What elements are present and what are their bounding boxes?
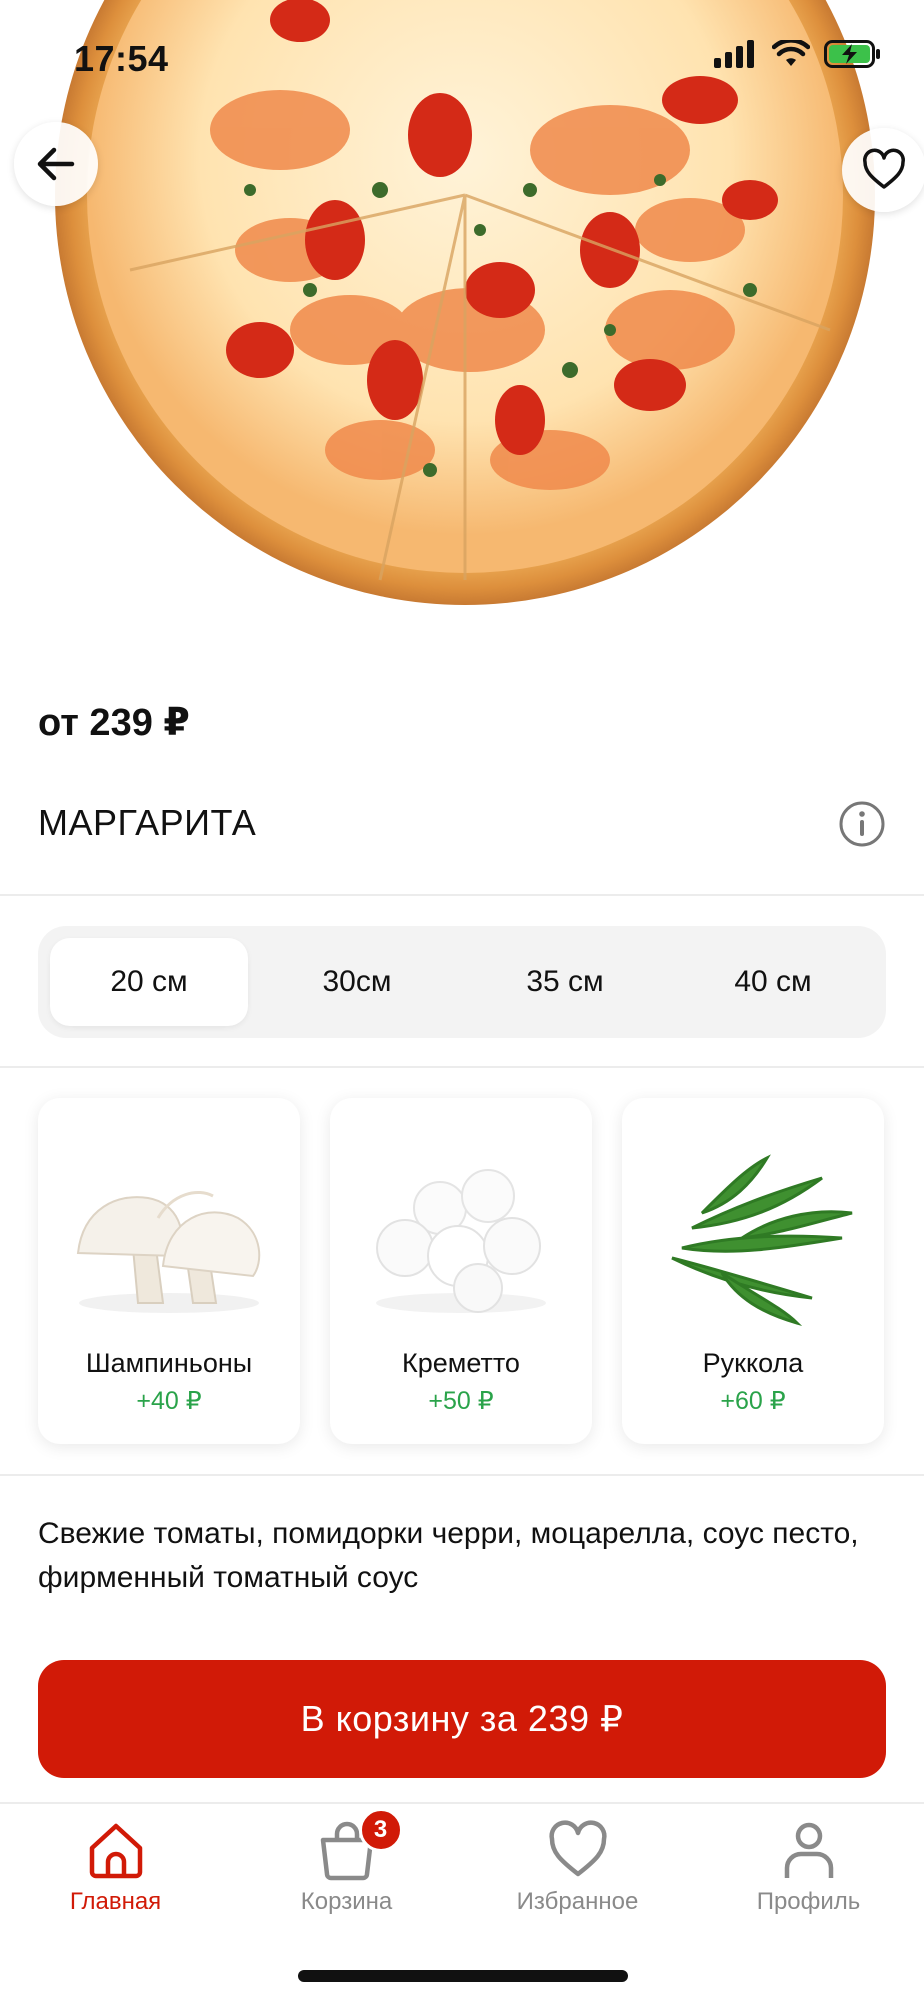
tab-label: Избранное	[516, 1888, 639, 1915]
home-indicator	[298, 1970, 628, 1982]
status-time: 17:54	[74, 38, 169, 79]
tab-label: Корзина	[300, 1888, 393, 1915]
tab-home[interactable]: Главная	[0, 1818, 231, 1928]
back-button[interactable]	[14, 122, 98, 206]
mushrooms-image	[76, 1191, 261, 1313]
user-icon	[784, 1822, 833, 1878]
home-icon	[89, 1823, 142, 1879]
favorite-button[interactable]	[842, 128, 924, 212]
product-image-area: 17:54	[0, 0, 924, 640]
addon-name: Шампиньоны	[85, 1348, 253, 1378]
addon-name: Креметто	[402, 1348, 520, 1378]
mozzarella-balls-image	[376, 1169, 546, 1313]
wifi-icon	[772, 40, 810, 66]
battery-charging-icon	[824, 40, 880, 68]
addon-card-arugula[interactable]: Руккола +60 ₽	[622, 1098, 884, 1444]
tab-profile[interactable]: Профиль	[693, 1818, 924, 1928]
divider	[0, 1066, 924, 1068]
product-title: МАРГАРИТА	[38, 802, 257, 843]
cart-badge: 3	[358, 1808, 403, 1852]
addon-price: +40 ₽	[136, 1387, 202, 1415]
divider	[0, 1474, 924, 1476]
product-price: от 239 ₽	[38, 702, 190, 744]
addon-card-mushrooms[interactable]: Шампиньоны +40 ₽	[38, 1098, 300, 1444]
size-option-20[interactable]: 20 см	[50, 938, 248, 1026]
heart-icon	[548, 1820, 607, 1877]
add-to-cart-button[interactable]: В корзину за 239 ₽	[38, 1660, 886, 1778]
arrow-left-icon	[37, 147, 75, 181]
size-selector: 20 см 30см 35 см 40 см	[38, 926, 886, 1038]
status-bar: 17:54	[0, 0, 924, 110]
heart-outline-icon	[863, 148, 905, 189]
tab-cart[interactable]: 3 Корзина	[231, 1808, 462, 1928]
size-option-30[interactable]: 30см	[258, 938, 456, 1026]
addon-price: +60 ₽	[720, 1387, 786, 1415]
tab-label: Главная	[69, 1888, 162, 1915]
arugula-image	[671, 1154, 853, 1327]
tab-favorites[interactable]: Избранное	[462, 1818, 693, 1928]
product-description: Свежие томаты, помидорки черри, моцарелл…	[38, 1517, 859, 1594]
addon-name: Руккола	[702, 1348, 804, 1378]
tab-label: Профиль	[756, 1888, 861, 1915]
addon-price: +50 ₽	[428, 1387, 494, 1415]
info-icon[interactable]	[838, 800, 886, 848]
cellular-signal-icon	[714, 40, 754, 68]
divider	[0, 894, 924, 896]
size-option-40[interactable]: 40 см	[674, 938, 872, 1026]
size-option-35[interactable]: 35 см	[466, 938, 664, 1026]
addon-card-cremetto[interactable]: Креметто +50 ₽	[330, 1098, 592, 1444]
